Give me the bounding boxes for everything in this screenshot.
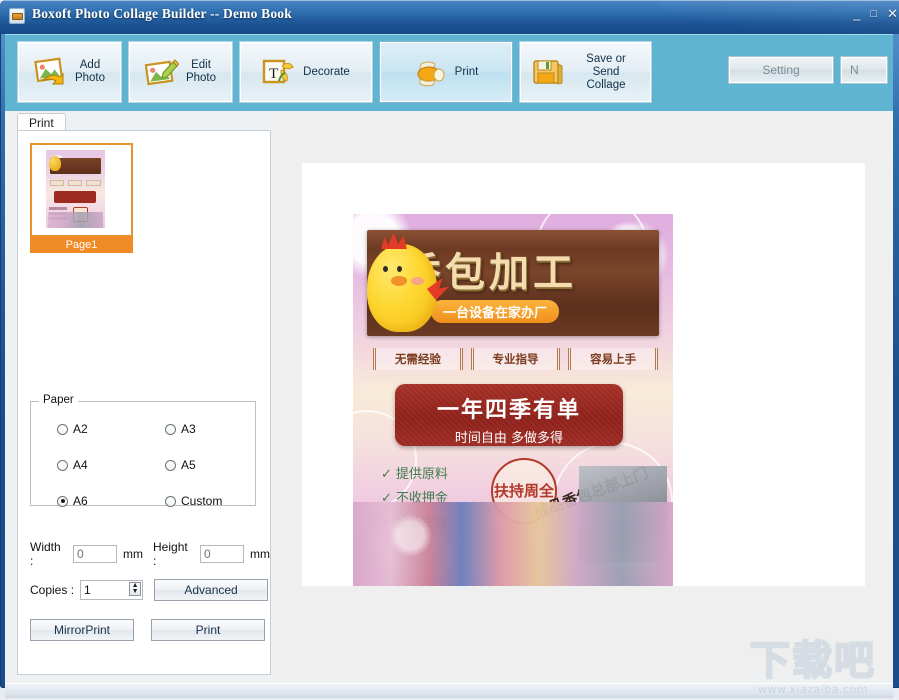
copies-label: Copies : <box>30 583 74 597</box>
radio-label-custom: Custom <box>181 494 222 508</box>
radio-label-a2: A2 <box>73 422 88 436</box>
toolbar-right-buttons: Setting N <box>729 57 887 83</box>
radio-label-a6: A6 <box>73 494 88 508</box>
mirrorprint-button[interactable]: MirrorPrint <box>30 619 134 641</box>
radio-paper-a2[interactable]: A2 <box>57 422 88 436</box>
paper-group-label: Paper <box>39 394 78 406</box>
client-area: Print <box>5 111 893 683</box>
add-photo-icon <box>34 57 68 87</box>
preview-page[interactable]: 香包加工 一台设备在家办厂 无需经验 <box>302 163 865 586</box>
window-frame: Boxoft Photo Collage Builder -- Demo Boo… <box>0 0 899 688</box>
poster-badges: 无需经验 专业指导 容易上手 <box>373 348 658 370</box>
size-fields-row: Width : mm Height : mm <box>30 540 270 568</box>
application-window: Boxoft Photo Collage Builder -- Demo Boo… <box>0 0 899 700</box>
save-floppy-icon <box>531 57 565 87</box>
setting-button[interactable]: Setting <box>729 57 833 83</box>
radio-dot-a3 <box>165 424 176 435</box>
minimize-icon[interactable]: _ <box>853 8 860 20</box>
spin-down-icon[interactable]: ▼ <box>132 589 139 595</box>
decorate-button[interactable]: T Decorate <box>240 42 372 102</box>
height-label: Height : <box>153 540 194 568</box>
add-photo-button[interactable]: Add Photo <box>18 42 121 102</box>
width-label: Width : <box>30 540 67 568</box>
save-or-send-collage-label: Save or Send Collage <box>572 53 640 92</box>
edit-photo-icon <box>145 57 179 87</box>
poster-photo-strip <box>353 502 673 586</box>
poster-badge-1: 无需经验 <box>373 348 463 370</box>
window-controls: _ □ ✕ <box>853 8 898 20</box>
paper-group: Paper A2 A3 A4 <box>30 401 256 506</box>
preview-canvas[interactable]: 香包加工 一台设备在家办厂 无需经验 <box>275 113 889 675</box>
app-photo-icon <box>9 8 25 24</box>
advanced-button[interactable]: Advanced <box>154 579 268 601</box>
page-thumbnail-item[interactable]: Page1 <box>30 143 133 253</box>
copies-stepper[interactable]: ▲ ▼ <box>80 580 143 600</box>
decorate-label: Decorate <box>303 66 350 79</box>
radio-dot-a5 <box>165 460 176 471</box>
poster-badge-2: 专业指导 <box>471 348 561 370</box>
radio-dot-a4 <box>57 460 68 471</box>
tab-strip: Print <box>9 113 271 131</box>
radio-dot-custom <box>165 496 176 507</box>
radio-paper-custom[interactable]: Custom <box>165 494 222 508</box>
main-toolbar: Add Photo Ed <box>5 34 893 112</box>
page-thumbnail-caption: Page1 <box>30 237 133 253</box>
print-action-button[interactable]: Print <box>151 619 265 641</box>
print-panel: Print <box>9 113 271 675</box>
next-button[interactable]: N <box>841 57 887 83</box>
window-title: Boxoft Photo Collage Builder -- Demo Boo… <box>32 6 292 22</box>
maximize-icon[interactable]: □ <box>870 8 877 20</box>
radio-label-a4: A4 <box>73 458 88 472</box>
decorate-icon: T <box>262 57 296 87</box>
page-thumbnail-frame <box>30 143 133 237</box>
height-unit: mm <box>250 547 270 561</box>
radio-paper-a4[interactable]: A4 <box>57 458 88 472</box>
save-or-send-collage-button[interactable]: Save or Send Collage <box>520 42 651 102</box>
radio-paper-a3[interactable]: A3 <box>165 422 196 436</box>
poster-bullet-1: ✓ 提供原料 <box>381 462 452 486</box>
radio-paper-a5[interactable]: A5 <box>165 458 196 472</box>
toolbar-buttons: Add Photo Ed <box>18 42 651 102</box>
collage-poster[interactable]: 香包加工 一台设备在家办厂 无需经验 <box>353 214 673 586</box>
poster-badge-3: 容易上手 <box>568 348 658 370</box>
edit-photo-button[interactable]: Edit Photo <box>129 42 232 102</box>
title-bar: Boxoft Photo Collage Builder -- Demo Boo… <box>0 0 899 34</box>
copies-row: Copies : ▲ ▼ Advanced <box>30 579 268 601</box>
width-input[interactable] <box>73 545 117 563</box>
poster-red-banner: 一年四季有单 时间自由 多做多得 <box>395 384 623 446</box>
poster-red-banner-main: 一年四季有单 <box>395 392 623 424</box>
close-icon[interactable]: ✕ <box>887 8 898 20</box>
radio-label-a5: A5 <box>181 458 196 472</box>
copies-spin-buttons[interactable]: ▲ ▼ <box>129 582 141 596</box>
print-actions-row: MirrorPrint Print <box>30 619 265 641</box>
page-thumbnail-image <box>46 150 105 228</box>
height-input[interactable] <box>200 545 244 563</box>
poster-red-banner-sub: 时间自由 多做多得 <box>395 427 623 446</box>
print-label: Print <box>455 66 479 79</box>
radio-paper-a6[interactable]: A6 <box>57 494 88 508</box>
svg-text:T: T <box>269 66 278 82</box>
width-unit: mm <box>123 547 143 561</box>
print-panel-body: Page1 Paper A2 A3 <box>17 130 271 675</box>
radio-label-a3: A3 <box>181 422 196 436</box>
print-button[interactable]: Print <box>380 42 512 102</box>
poster-subtitle: 一台设备在家办厂 <box>431 300 559 323</box>
edit-photo-label: Edit Photo <box>186 59 216 85</box>
printer-icon <box>414 57 448 87</box>
check-icon-1: ✓ <box>381 467 392 482</box>
poster-bullet-text-1: 提供原料 <box>396 467 448 482</box>
radio-dot-a6 <box>57 496 68 507</box>
add-photo-label: Add Photo <box>75 59 105 85</box>
chick-mascot-icon <box>367 244 437 332</box>
status-bar <box>5 683 893 698</box>
radio-dot-a2 <box>57 424 68 435</box>
